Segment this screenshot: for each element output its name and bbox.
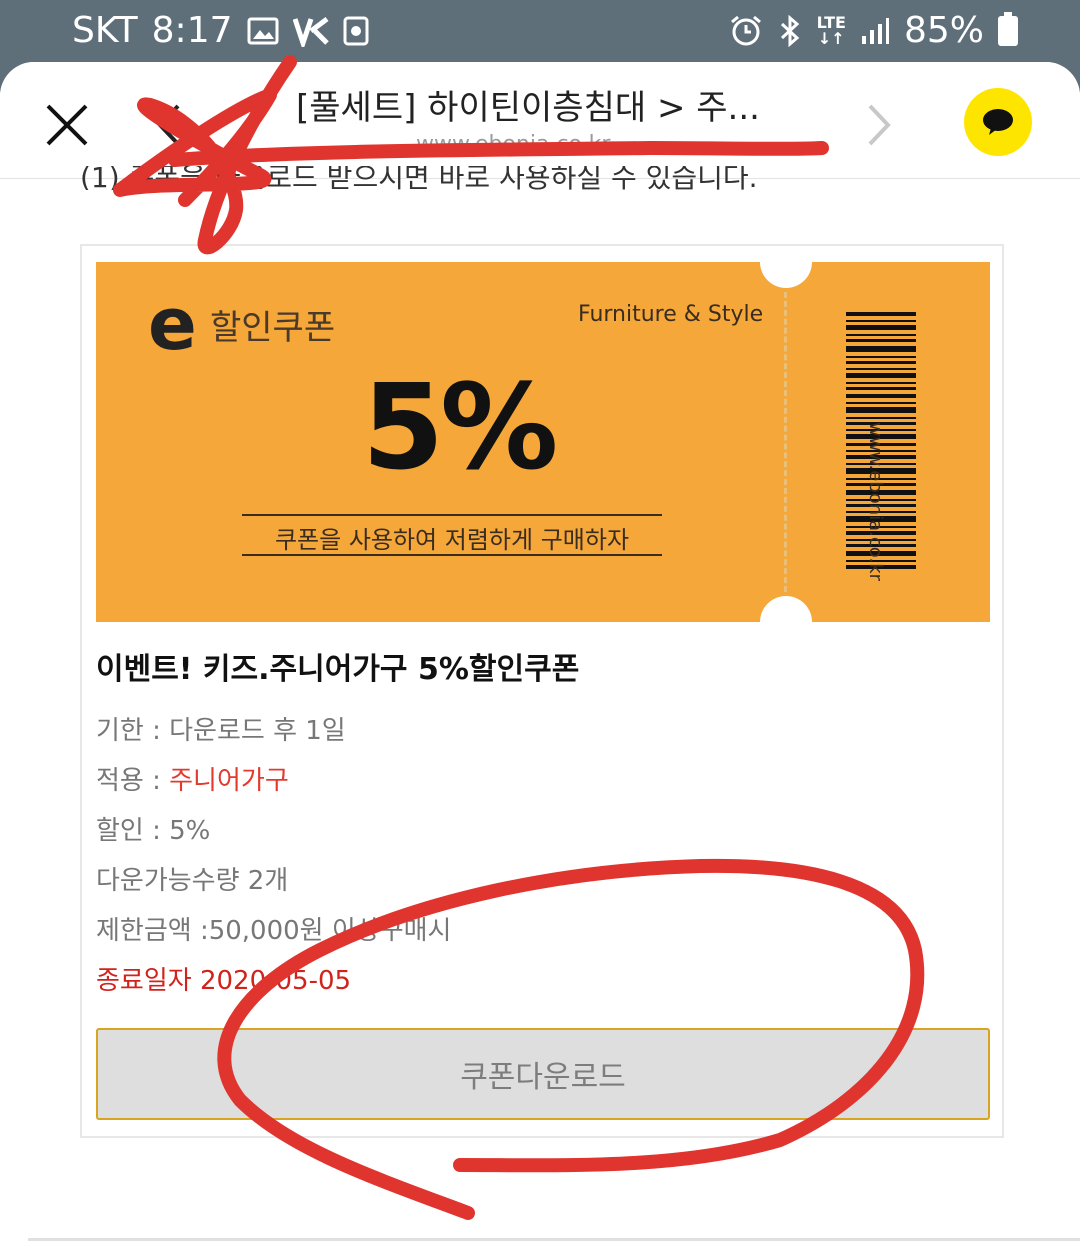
- carrier-label: SKT: [72, 10, 138, 51]
- coupon-period: 기한 : 다운로드 후 1일: [96, 710, 346, 747]
- browser-toolbar: [풀세트] 하이틴이층침대 > 주... www.ebonia.co.kr: [0, 62, 1080, 179]
- ticket-notch-top: [760, 262, 812, 288]
- signal-icon: [861, 17, 889, 44]
- slogan-box: 쿠폰을 사용하여 저렴하게 구매하자: [242, 514, 662, 556]
- period-label: 기한 :: [96, 716, 170, 746]
- status-right: LTE ↓↑ 85%: [729, 10, 1018, 51]
- coupon-discount: 할인 : 5%: [96, 816, 211, 846]
- coupon-card: e 할인쿠폰 Furniture & Style 5% 쿠폰을 사용하여 저렴하…: [80, 244, 1004, 1138]
- page-url: www.ebonia.co.kr: [416, 132, 611, 157]
- apply-category-link[interactable]: 주니어가구: [169, 766, 289, 796]
- screen-record-icon: [343, 16, 368, 45]
- brand-logo: e: [148, 282, 197, 366]
- alarm-icon: [730, 15, 761, 45]
- apply-label: 적용 :: [96, 766, 170, 796]
- in-app-browser-sheet: [풀세트] 하이틴이층침대 > 주... www.ebonia.co.kr (1…: [0, 62, 1080, 1256]
- ticket-notch-bottom: [760, 596, 812, 622]
- coupon-end-date: 종료일자 2020-05-05: [96, 966, 352, 996]
- forward-icon[interactable]: [862, 100, 896, 150]
- clock-label: 8:17: [151, 10, 233, 51]
- brand-tagline: Furniture & Style: [578, 302, 764, 327]
- app-v-icon: [292, 16, 329, 47]
- ticket-perforation: [784, 292, 787, 592]
- chat-bubble-icon: [983, 109, 1013, 135]
- back-icon[interactable]: [152, 100, 186, 150]
- bluetooth-icon: [780, 14, 799, 47]
- page-title: [풀세트] 하이틴이층침대 > 주...: [296, 88, 760, 128]
- coupon-ticket-image: e 할인쿠폰 Furniture & Style 5% 쿠폰을 사용하여 저렴하…: [96, 262, 990, 622]
- close-icon[interactable]: [40, 98, 94, 152]
- lte-label: LTE ↓↑: [816, 12, 846, 48]
- bottom-divider: [28, 1238, 1080, 1241]
- coupon-limit: 제한금액 :50,000원 이상구매시: [96, 916, 452, 946]
- coupon-kind-label: 할인쿠폰: [210, 308, 336, 348]
- coupon-quantity: 다운가능수량 2개: [96, 866, 289, 896]
- status-left: SKT 8:17: [72, 10, 369, 51]
- kakaotalk-share-button[interactable]: [964, 88, 1032, 156]
- site-address-vertical: www.ebonia.co.kr: [865, 422, 886, 582]
- status-bar: SKT 8:17 LTE ↓↑ 85%: [0, 0, 1080, 66]
- partial-notice-text: (1) 쿠폰을 다운로드 받으시면 바로 사용하실 수 있습니다.: [80, 166, 758, 190]
- period-value: 다운로드 후 1일: [169, 716, 346, 746]
- image-icon: [247, 17, 278, 44]
- coupon-download-button[interactable]: 쿠폰다운로드: [96, 1028, 990, 1120]
- coupon-apply: 적용 : 주니어가구: [96, 760, 289, 797]
- battery-icon: [998, 11, 1018, 46]
- discount-percent: 5%: [362, 358, 558, 496]
- coupon-title: 이벤트! 키즈.주니어가구 5%할인쿠폰: [96, 652, 580, 687]
- slogan-text: 쿠폰을 사용하여 저렴하게 구매하자: [274, 526, 630, 554]
- battery-percent: 85%: [903, 10, 984, 51]
